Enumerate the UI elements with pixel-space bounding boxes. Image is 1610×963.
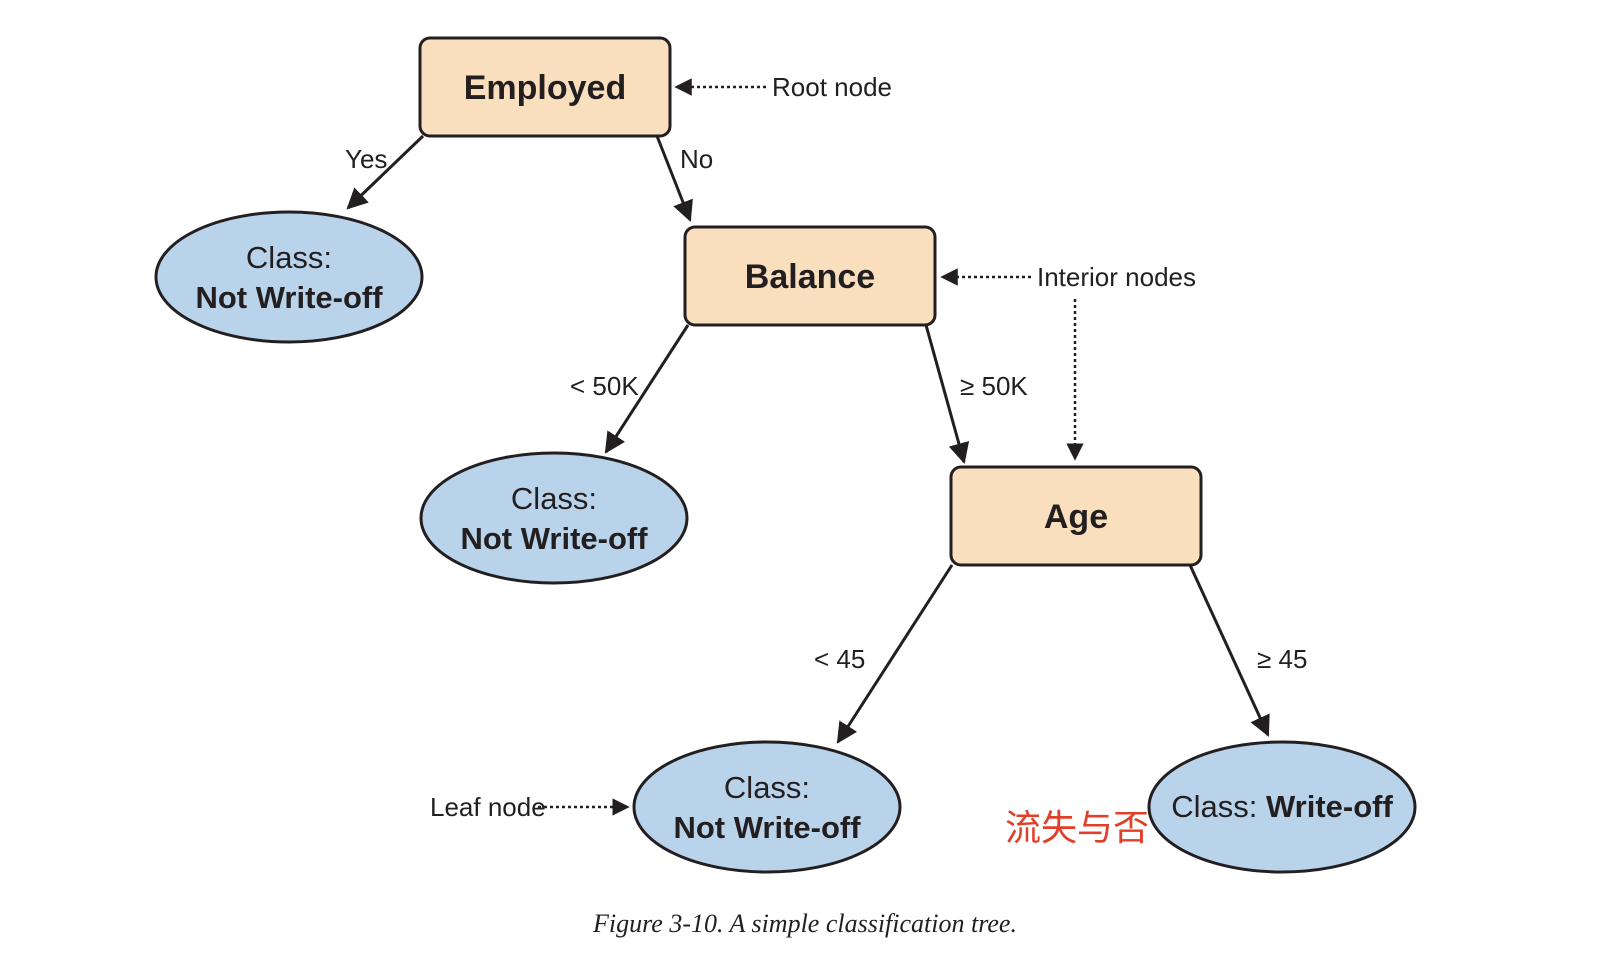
leaf-3-line1: Class: — [724, 770, 810, 805]
leaf-age-lt: Class: Not Write-off — [632, 740, 902, 874]
edge-label-yes: Yes — [345, 144, 387, 174]
node-employed: Employed — [418, 36, 672, 138]
annotation-interior-nodes: Interior nodes — [1037, 262, 1196, 292]
edge-label-age-lt: < 45 — [814, 644, 865, 674]
leaf-2-line1: Class: — [511, 481, 597, 516]
leaf-4-label: Class: Write-off — [1171, 789, 1393, 824]
node-age: Age — [949, 465, 1203, 567]
edge-label-balance-ge: ≥ 50K — [960, 371, 1028, 401]
edge-label-no: No — [680, 144, 713, 174]
edge-balance-ge — [924, 324, 970, 465]
edge-label-balance-lt: < 50K — [570, 371, 639, 401]
overlay-chinese-text: 流失与否 — [1005, 807, 1149, 848]
leaf-4-prefix: Class: — [1171, 789, 1266, 824]
leaf-4-value: Write-off — [1266, 789, 1394, 824]
node-balance: Balance — [683, 225, 937, 327]
leaf-age-ge: Class: Write-off — [1147, 740, 1417, 874]
leaf-3-line2: Not Write-off — [673, 810, 861, 845]
leaf-2-line2: Not Write-off — [460, 521, 648, 556]
annotation-leaf-node: Leaf node — [430, 792, 546, 822]
edge-label-age-ge: ≥ 45 — [1257, 644, 1307, 674]
node-age-label: Age — [1044, 498, 1108, 536]
leaf-employed-yes: Class: Not Write-off — [154, 210, 424, 344]
node-balance-label: Balance — [745, 258, 875, 296]
figure-caption: Figure 3-10. A simple classification tre… — [592, 909, 1017, 938]
annotation-root-node: Root node — [772, 72, 892, 102]
leaf-1-line1: Class: — [246, 240, 332, 275]
classification-tree-figure: Yes No < 50K ≥ 50K < 45 ≥ 45 Employed Ba… — [0, 0, 1610, 958]
leaf-1-line2: Not Write-off — [195, 280, 383, 315]
node-employed-label: Employed — [464, 69, 626, 107]
leaf-balance-lt: Class: Not Write-off — [419, 451, 689, 585]
tree-diagram: Yes No < 50K ≥ 50K < 45 ≥ 45 Employed Ba… — [154, 36, 1417, 938]
